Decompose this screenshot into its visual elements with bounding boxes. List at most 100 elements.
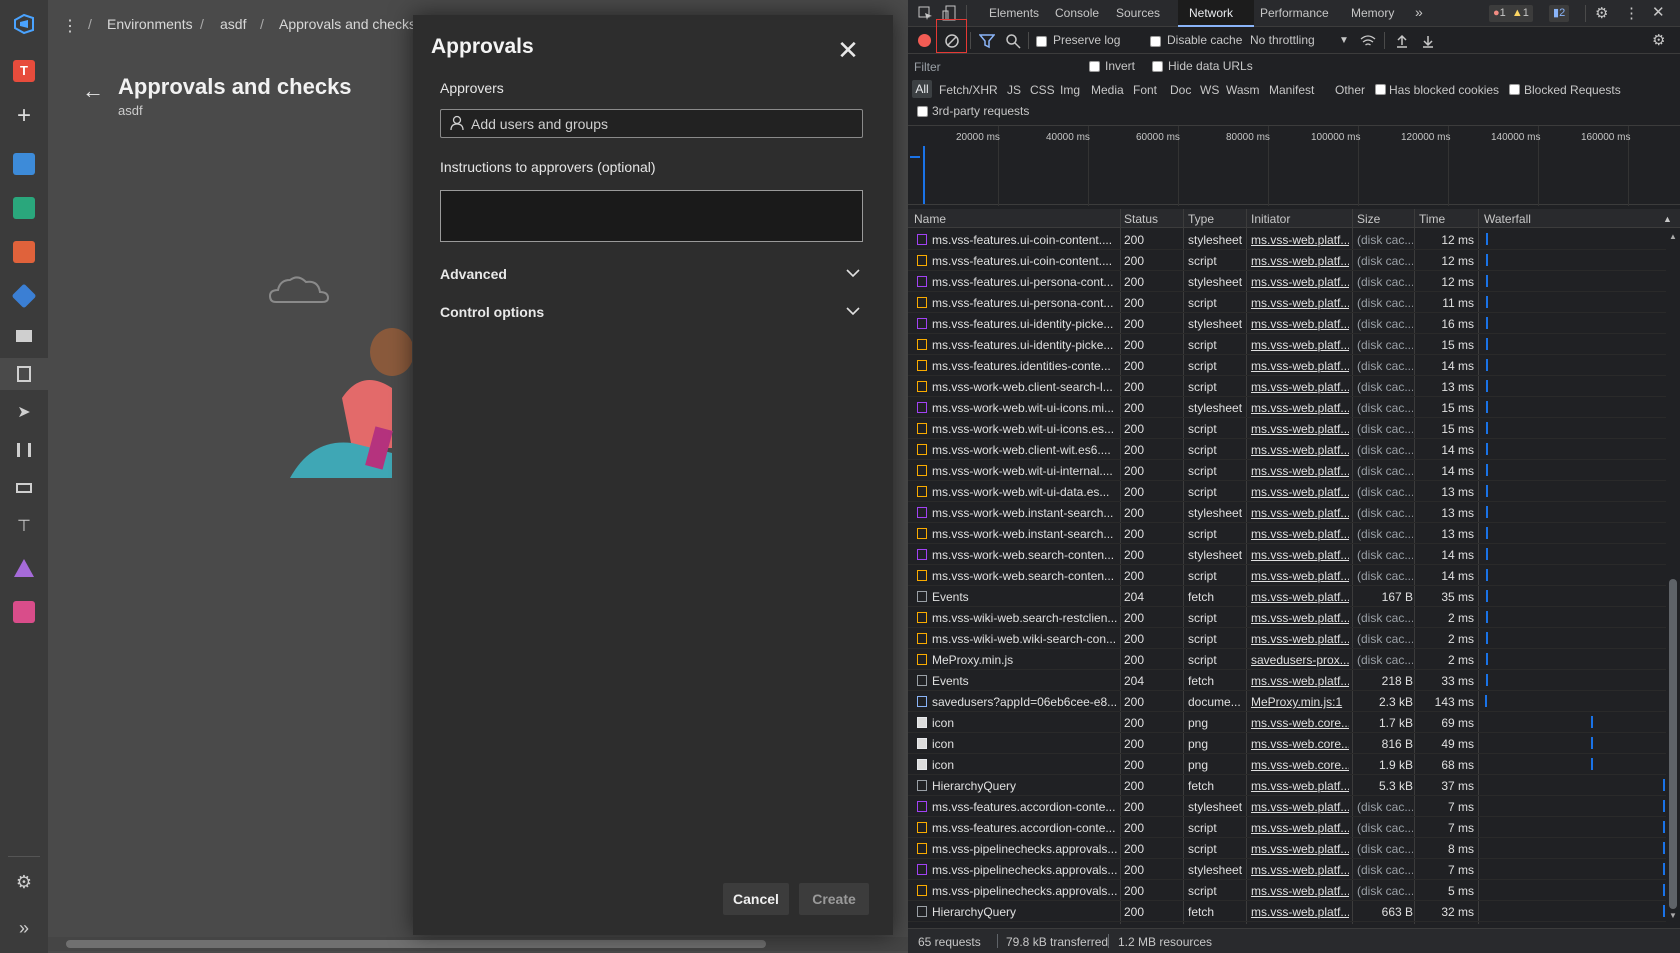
filter-icon[interactable] — [979, 33, 995, 49]
tab-console[interactable]: Console — [1055, 6, 1099, 20]
table-row[interactable]: ms.vss-features.accordion-conte... 200 sty… — [908, 796, 1666, 817]
table-row[interactable]: ms.vss-features.ui-coin-content.... 200 sc… — [908, 250, 1666, 271]
more-options-icon[interactable]: ⋮ — [1624, 4, 1639, 22]
table-row[interactable]: ms.vss-features.ui-identity-picke... 200 s… — [908, 313, 1666, 334]
cell-initiator[interactable]: ms.vss-web.platf... — [1251, 611, 1349, 625]
throttling-select[interactable]: No throttling — [1250, 33, 1315, 47]
close-devtools-icon[interactable]: ✕ — [1652, 3, 1665, 21]
cell-initiator[interactable]: ms.vss-web.platf... — [1251, 464, 1349, 478]
type-filter-img[interactable]: Img — [1060, 83, 1080, 97]
cell-initiator[interactable]: ms.vss-web.platf... — [1251, 800, 1349, 814]
cell-initiator[interactable]: ms.vss-web.platf... — [1251, 422, 1349, 436]
breadcrumb-environments[interactable]: Environments — [107, 16, 193, 32]
cell-initiator[interactable]: ms.vss-web.platf... — [1251, 863, 1349, 877]
type-filter-media[interactable]: Media — [1091, 83, 1124, 97]
table-row[interactable]: ms.vss-work-web.wit-ui-icons.mi... 200 sty… — [908, 397, 1666, 418]
cell-initiator[interactable]: ms.vss-web.platf... — [1251, 674, 1349, 688]
cell-initiator[interactable]: ms.vss-web.platf... — [1251, 401, 1349, 415]
table-row[interactable]: MeProxy.min.js 200 script savedusers-prox..… — [908, 649, 1666, 670]
export-har-icon[interactable] — [1420, 33, 1436, 49]
instructions-textarea[interactable] — [440, 190, 863, 242]
back-arrow-icon[interactable]: ← — [82, 78, 104, 104]
table-row[interactable]: ms.vss-work-web.client-search-l... 200 scr… — [908, 376, 1666, 397]
org-avatar[interactable]: T — [8, 55, 40, 87]
network-overview-timeline[interactable]: 20000 ms 40000 ms 60000 ms 80000 ms 1000… — [908, 125, 1680, 206]
type-filter-doc[interactable]: Doc — [1170, 83, 1191, 97]
table-row[interactable]: icon 200 png ms.vss-web.core... 1.9 kB 68 ms — [908, 754, 1666, 775]
cell-initiator[interactable]: ms.vss-web.platf... — [1251, 590, 1349, 604]
column-initiator[interactable]: Initiator — [1251, 212, 1290, 226]
type-filter-ws[interactable]: WS — [1200, 83, 1219, 97]
third-party-checkbox[interactable] — [917, 106, 928, 117]
settings-gear-icon[interactable]: ⚙ — [8, 866, 40, 898]
column-name[interactable]: Name — [914, 212, 946, 226]
releases-icon[interactable]: ➤ — [8, 396, 40, 428]
table-row[interactable]: ms.vss-work-web.wit-ui-internal.... 200 sc… — [908, 460, 1666, 481]
clear-icon[interactable] — [944, 33, 960, 49]
has-blocked-cookies-checkbox[interactable] — [1375, 84, 1386, 95]
network-settings-gear-icon[interactable]: ⚙ — [1652, 31, 1665, 49]
approvers-input[interactable] — [471, 115, 851, 133]
cell-initiator[interactable]: ms.vss-web.platf... — [1251, 296, 1349, 310]
horizontal-scrollbar[interactable] — [48, 937, 908, 951]
search-icon[interactable] — [1005, 33, 1021, 49]
inspect-element-icon[interactable] — [918, 6, 933, 21]
column-waterfall[interactable]: Waterfall — [1484, 212, 1531, 226]
table-row[interactable]: ms.vss-pipelinechecks.approvals... 200 scr… — [908, 838, 1666, 859]
table-row[interactable]: ms.vss-features.ui-persona-cont... 200 scr… — [908, 292, 1666, 313]
chevron-down-icon[interactable]: ▼ — [1339, 35, 1349, 46]
sort-arrow-icon[interactable]: ▲ — [1663, 214, 1672, 224]
table-row[interactable]: ms.vss-features.ui-persona-cont... 200 sty… — [908, 271, 1666, 292]
filter-input[interactable] — [914, 58, 1074, 75]
close-icon[interactable]: ✕ — [833, 35, 863, 65]
boards-icon[interactable] — [8, 192, 40, 224]
error-badge[interactable]: ●1 ▲1 — [1489, 5, 1533, 22]
cell-initiator[interactable]: ms.vss-web.platf... — [1251, 884, 1349, 898]
cell-initiator[interactable]: ms.vss-web.platf... — [1251, 632, 1349, 646]
type-filter-all[interactable]: All — [912, 80, 932, 98]
table-row[interactable]: ms.vss-work-web.client-wit.es6.... 200 scr… — [908, 439, 1666, 460]
tab-memory[interactable]: Memory — [1351, 6, 1394, 20]
cell-initiator[interactable]: ms.vss-web.platf... — [1251, 233, 1349, 247]
table-row[interactable]: ms.vss-wiki-web.search-restclien... 200 sc… — [908, 607, 1666, 628]
control-options-section-toggle[interactable]: Control options — [440, 301, 863, 325]
table-row[interactable]: ms.vss-work-web.wit-ui-data.es... 200 scri… — [908, 481, 1666, 502]
table-row[interactable]: ms.vss-features.ui-coin-content.... 200 st… — [908, 229, 1666, 250]
expand-nav-icon[interactable]: » — [8, 912, 40, 944]
messages-badge[interactable]: ▮2 — [1549, 5, 1570, 22]
vertical-scrollbar[interactable]: ▲ ▼ — [1666, 229, 1680, 923]
scrollbar-thumb[interactable] — [66, 940, 766, 948]
cell-initiator[interactable]: ms.vss-web.platf... — [1251, 359, 1349, 373]
hide-data-urls-checkbox[interactable] — [1152, 61, 1163, 72]
cell-initiator[interactable]: ms.vss-web.core... — [1251, 737, 1349, 751]
breadcrumb-approvals[interactable]: Approvals and checks — [279, 16, 415, 32]
table-row[interactable]: ms.vss-wiki-web.wiki-search-con... 200 scr… — [908, 628, 1666, 649]
add-icon[interactable]: + — [8, 100, 40, 132]
column-status[interactable]: Status — [1124, 212, 1158, 226]
deployment-groups-icon[interactable]: ⊤ — [8, 510, 40, 542]
artifacts-icon[interactable] — [8, 596, 40, 628]
breadcrumb-environment-name[interactable]: asdf — [220, 16, 246, 32]
cell-initiator[interactable]: ms.vss-web.platf... — [1251, 317, 1349, 331]
cell-initiator[interactable]: ms.vss-web.core... — [1251, 758, 1349, 772]
column-time[interactable]: Time — [1419, 212, 1445, 226]
type-filter-font[interactable]: Font — [1133, 83, 1157, 97]
table-row[interactable]: ms.vss-features.ui-identity-picke... 200 s… — [908, 334, 1666, 355]
table-row[interactable]: ms.vss-features.accordion-conte... 200 scr… — [908, 817, 1666, 838]
cancel-button[interactable]: Cancel — [723, 883, 789, 915]
import-har-icon[interactable] — [1394, 33, 1410, 49]
cell-initiator[interactable]: ms.vss-web.core... — [1251, 716, 1349, 730]
cell-initiator[interactable]: ms.vss-web.platf... — [1251, 443, 1349, 457]
approvers-field[interactable] — [440, 109, 863, 138]
cell-initiator[interactable]: ms.vss-web.platf... — [1251, 275, 1349, 289]
tab-network[interactable]: Network — [1178, 0, 1254, 27]
table-row[interactable]: ms.vss-work-web.wit-ui-icons.es... 200 scr… — [908, 418, 1666, 439]
column-type[interactable]: Type — [1188, 212, 1214, 226]
settings-gear-icon[interactable]: ⚙ — [1595, 4, 1608, 22]
table-row[interactable]: Events 204 fetch ms.vss-web.platf... 218 B 33… — [908, 670, 1666, 691]
invert-checkbox[interactable] — [1089, 61, 1100, 72]
task-groups-icon[interactable] — [8, 472, 40, 504]
cell-initiator[interactable]: ms.vss-web.platf... — [1251, 842, 1349, 856]
column-size[interactable]: Size — [1357, 212, 1380, 226]
more-actions-icon[interactable]: ⋮ — [62, 16, 78, 36]
